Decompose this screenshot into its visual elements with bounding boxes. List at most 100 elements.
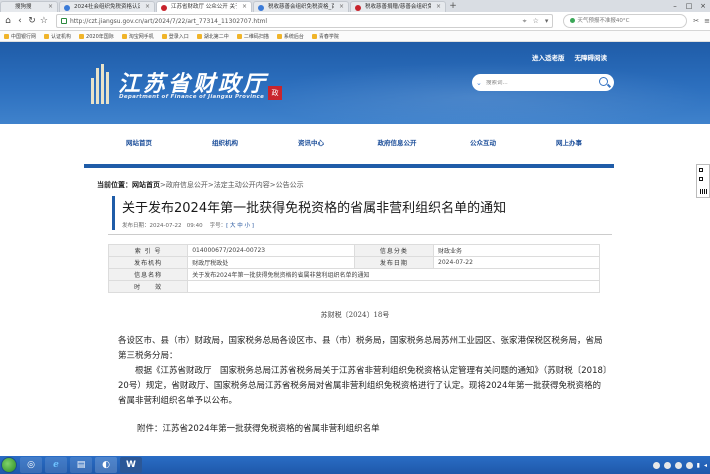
close-window-icon[interactable]: × bbox=[696, 0, 710, 12]
bookmark-item[interactable]: 中国银行网 bbox=[4, 33, 36, 40]
elder-mode-link[interactable]: 进入适老版 bbox=[532, 52, 565, 62]
home-icon[interactable]: ⌂ bbox=[2, 14, 14, 28]
folder-icon bbox=[276, 33, 282, 39]
breadcrumb-item[interactable]: 政府信息公开 bbox=[166, 181, 208, 189]
weather-widget[interactable]: 天气预报不准报40°C bbox=[563, 14, 688, 28]
nav-public-interaction[interactable]: 公众互动 bbox=[440, 134, 526, 152]
bookmark-icon[interactable]: ☆ bbox=[533, 17, 539, 26]
start-button[interactable] bbox=[1, 457, 17, 473]
volume-icon[interactable]: ◂ bbox=[704, 462, 707, 469]
taskbar-sogou-icon[interactable]: ◐ bbox=[95, 457, 117, 473]
folder-icon bbox=[311, 33, 317, 39]
publish-meta: 发布日期：2024-07-22 09:40 字号：[ 大 中 小 ] bbox=[122, 223, 254, 229]
menu-icon[interactable]: ≡ bbox=[704, 17, 710, 25]
bookmark-item[interactable]: 系统后台 bbox=[276, 33, 304, 40]
extension-icon[interactable]: ✂ bbox=[693, 17, 699, 25]
tab-title: 2024社会组织免税资格认定办… bbox=[74, 4, 140, 10]
bookmark-item[interactable]: 2020年国际 bbox=[79, 33, 114, 40]
nav-divider bbox=[84, 164, 614, 168]
browser-tab-active[interactable]: 江苏省财政厅 公众公开 关于… × bbox=[156, 1, 252, 12]
minimize-icon[interactable]: – bbox=[668, 0, 682, 12]
tray-app-icon[interactable] bbox=[674, 461, 682, 469]
main-nav: 网站首页 组织机构 资讯中心 政府信息公开 公众互动 网上办事 bbox=[0, 124, 710, 162]
tab-favicon-icon bbox=[258, 5, 264, 11]
site-logo-subtitle: Department of Finance of Jiangsu Provinc… bbox=[119, 94, 265, 100]
url-input[interactable]: http://czt.jiangsu.gov.cn/art/2024/7/22/… bbox=[55, 14, 554, 28]
breadcrumb-home[interactable]: 网站首页 bbox=[132, 181, 160, 189]
tab-title: 江苏省财政厅 公众公开 关于… bbox=[171, 4, 237, 10]
browser-tab[interactable]: 2024社会组织免税资格认定办… × bbox=[59, 1, 155, 12]
bookmark-item[interactable]: 二维码扫描 bbox=[236, 33, 269, 40]
bookmark-item[interactable]: 登录入口 bbox=[161, 33, 189, 40]
tab-close-icon[interactable]: × bbox=[339, 2, 344, 12]
bookmark-item[interactable]: 湖北第二中 bbox=[196, 33, 229, 40]
window-controls: – □ × bbox=[668, 0, 710, 12]
folder-icon bbox=[79, 33, 85, 39]
site-info-icon[interactable] bbox=[60, 18, 67, 24]
qr-code-icon[interactable] bbox=[696, 164, 710, 198]
table-row: 时 效 bbox=[107, 280, 600, 293]
divider bbox=[108, 234, 612, 235]
breadcrumb: 当前位置：网站首页>政府信息公开>法定主动公开内容>公告公示 bbox=[97, 181, 304, 189]
folder-icon bbox=[44, 33, 50, 39]
tab-close-icon[interactable]: × bbox=[436, 2, 441, 12]
top-links: 进入适老版 无障碍阅读 bbox=[532, 52, 607, 62]
taskbar-word-icon[interactable]: W bbox=[120, 457, 142, 473]
new-tab-button[interactable]: + bbox=[447, 1, 459, 12]
validity bbox=[187, 280, 600, 293]
tab-close-icon[interactable]: × bbox=[242, 2, 247, 12]
nav-gov-info[interactable]: 政府信息公开 bbox=[354, 134, 440, 152]
tray-app-icon[interactable] bbox=[663, 461, 671, 469]
tray-app-icon[interactable] bbox=[652, 461, 660, 469]
back-icon[interactable]: ‹ bbox=[14, 14, 26, 28]
nav-organization[interactable]: 组织机构 bbox=[182, 134, 268, 152]
chevron-down-icon[interactable]: ⌄ bbox=[476, 79, 486, 87]
browser-tab[interactable]: 税收慈善会组织免税资格_百度… × bbox=[253, 1, 349, 12]
table-key: 时 效 bbox=[107, 280, 189, 293]
bookmark-item[interactable]: 淘宝网手机 bbox=[121, 33, 154, 40]
browser-tab[interactable]: 税收慈善捐赠/慈善会组织免税… × bbox=[350, 1, 446, 12]
title-accent-bar bbox=[112, 196, 115, 230]
info-publish-date: 2024-07-22 bbox=[433, 256, 600, 269]
accessible-reading-link[interactable]: 无障碍阅读 bbox=[575, 52, 608, 62]
star-icon[interactable]: ☆ bbox=[38, 14, 50, 28]
tab-close-icon[interactable]: × bbox=[48, 2, 53, 12]
reload-icon[interactable]: ↻ bbox=[26, 14, 38, 28]
maximize-icon[interactable]: □ bbox=[682, 0, 696, 12]
taskbar-browser-icon[interactable]: ◎ bbox=[20, 457, 42, 473]
bookmarks-bar: 中国银行网 认证机构 2020年国际 淘宝网手机 登录入口 湖北第二中 二维码扫… bbox=[0, 31, 710, 42]
tab-title: 税收慈善会组织免税资格_百度… bbox=[268, 4, 334, 10]
breadcrumb-item[interactable]: 法定主动公开内容 bbox=[214, 181, 270, 189]
taskbar-explorer-icon[interactable]: ▤ bbox=[70, 457, 92, 473]
tab-close-icon[interactable]: × bbox=[145, 2, 150, 12]
tray-app-icon[interactable] bbox=[685, 461, 693, 469]
dropdown-icon[interactable]: ▾ bbox=[545, 17, 549, 26]
site-search-input[interactable] bbox=[486, 79, 586, 86]
font-size-switch[interactable]: [ 大 中 小 ] bbox=[226, 223, 254, 229]
translate-icon[interactable]: ⌖ bbox=[523, 17, 527, 26]
nav-home[interactable]: 网站首页 bbox=[96, 134, 182, 152]
search-icon[interactable] bbox=[599, 77, 608, 86]
network-icon[interactable]: ▮ bbox=[697, 462, 700, 469]
attachment-link[interactable]: 附件：江苏省2024年第一批获得免税资格的省属非营利组织名单 bbox=[118, 422, 608, 437]
browser-tab-bar: 搜狗搜 × 2024社会组织免税资格认定办… × 江苏省财政厅 公众公开 关于…… bbox=[0, 0, 710, 12]
nav-news-center[interactable]: 资讯中心 bbox=[268, 134, 354, 152]
address-bar-row: ⌂ ‹ ↻ ☆ http://czt.jiangsu.gov.cn/art/20… bbox=[0, 12, 710, 31]
table-key: 发布机构 bbox=[107, 256, 189, 269]
table-key: 信息分类 bbox=[353, 244, 435, 257]
publish-date: 2024-07-22 bbox=[149, 223, 182, 229]
browser-tab[interactable]: 搜狗搜 × bbox=[0, 1, 58, 12]
os-taskbar: ◎ e ▤ ◐ W ▮ ◂ bbox=[0, 456, 710, 474]
taskbar-ie-icon[interactable]: e bbox=[45, 457, 67, 473]
body-paragraph: 根据《江苏省财政厅 国家税务总局江苏省税务局关于江苏省非营利组织免税资格认定管理… bbox=[118, 366, 608, 406]
publishing-org: 财政厅税政处 bbox=[187, 256, 355, 269]
nav-online-services[interactable]: 网上办事 bbox=[526, 134, 612, 152]
folder-icon bbox=[121, 33, 127, 39]
url-text: http://czt.jiangsu.gov.cn/art/2024/7/22/… bbox=[69, 17, 268, 25]
breadcrumb-item[interactable]: 公告公示 bbox=[276, 181, 304, 189]
tab-favicon-icon bbox=[161, 5, 167, 11]
bookmark-item[interactable]: 青春学院 bbox=[311, 33, 339, 40]
tab-title: 税收慈善捐赠/慈善会组织免税… bbox=[365, 4, 431, 10]
tower-logo-icon bbox=[89, 64, 113, 104]
bookmark-item[interactable]: 认证机构 bbox=[44, 33, 71, 40]
